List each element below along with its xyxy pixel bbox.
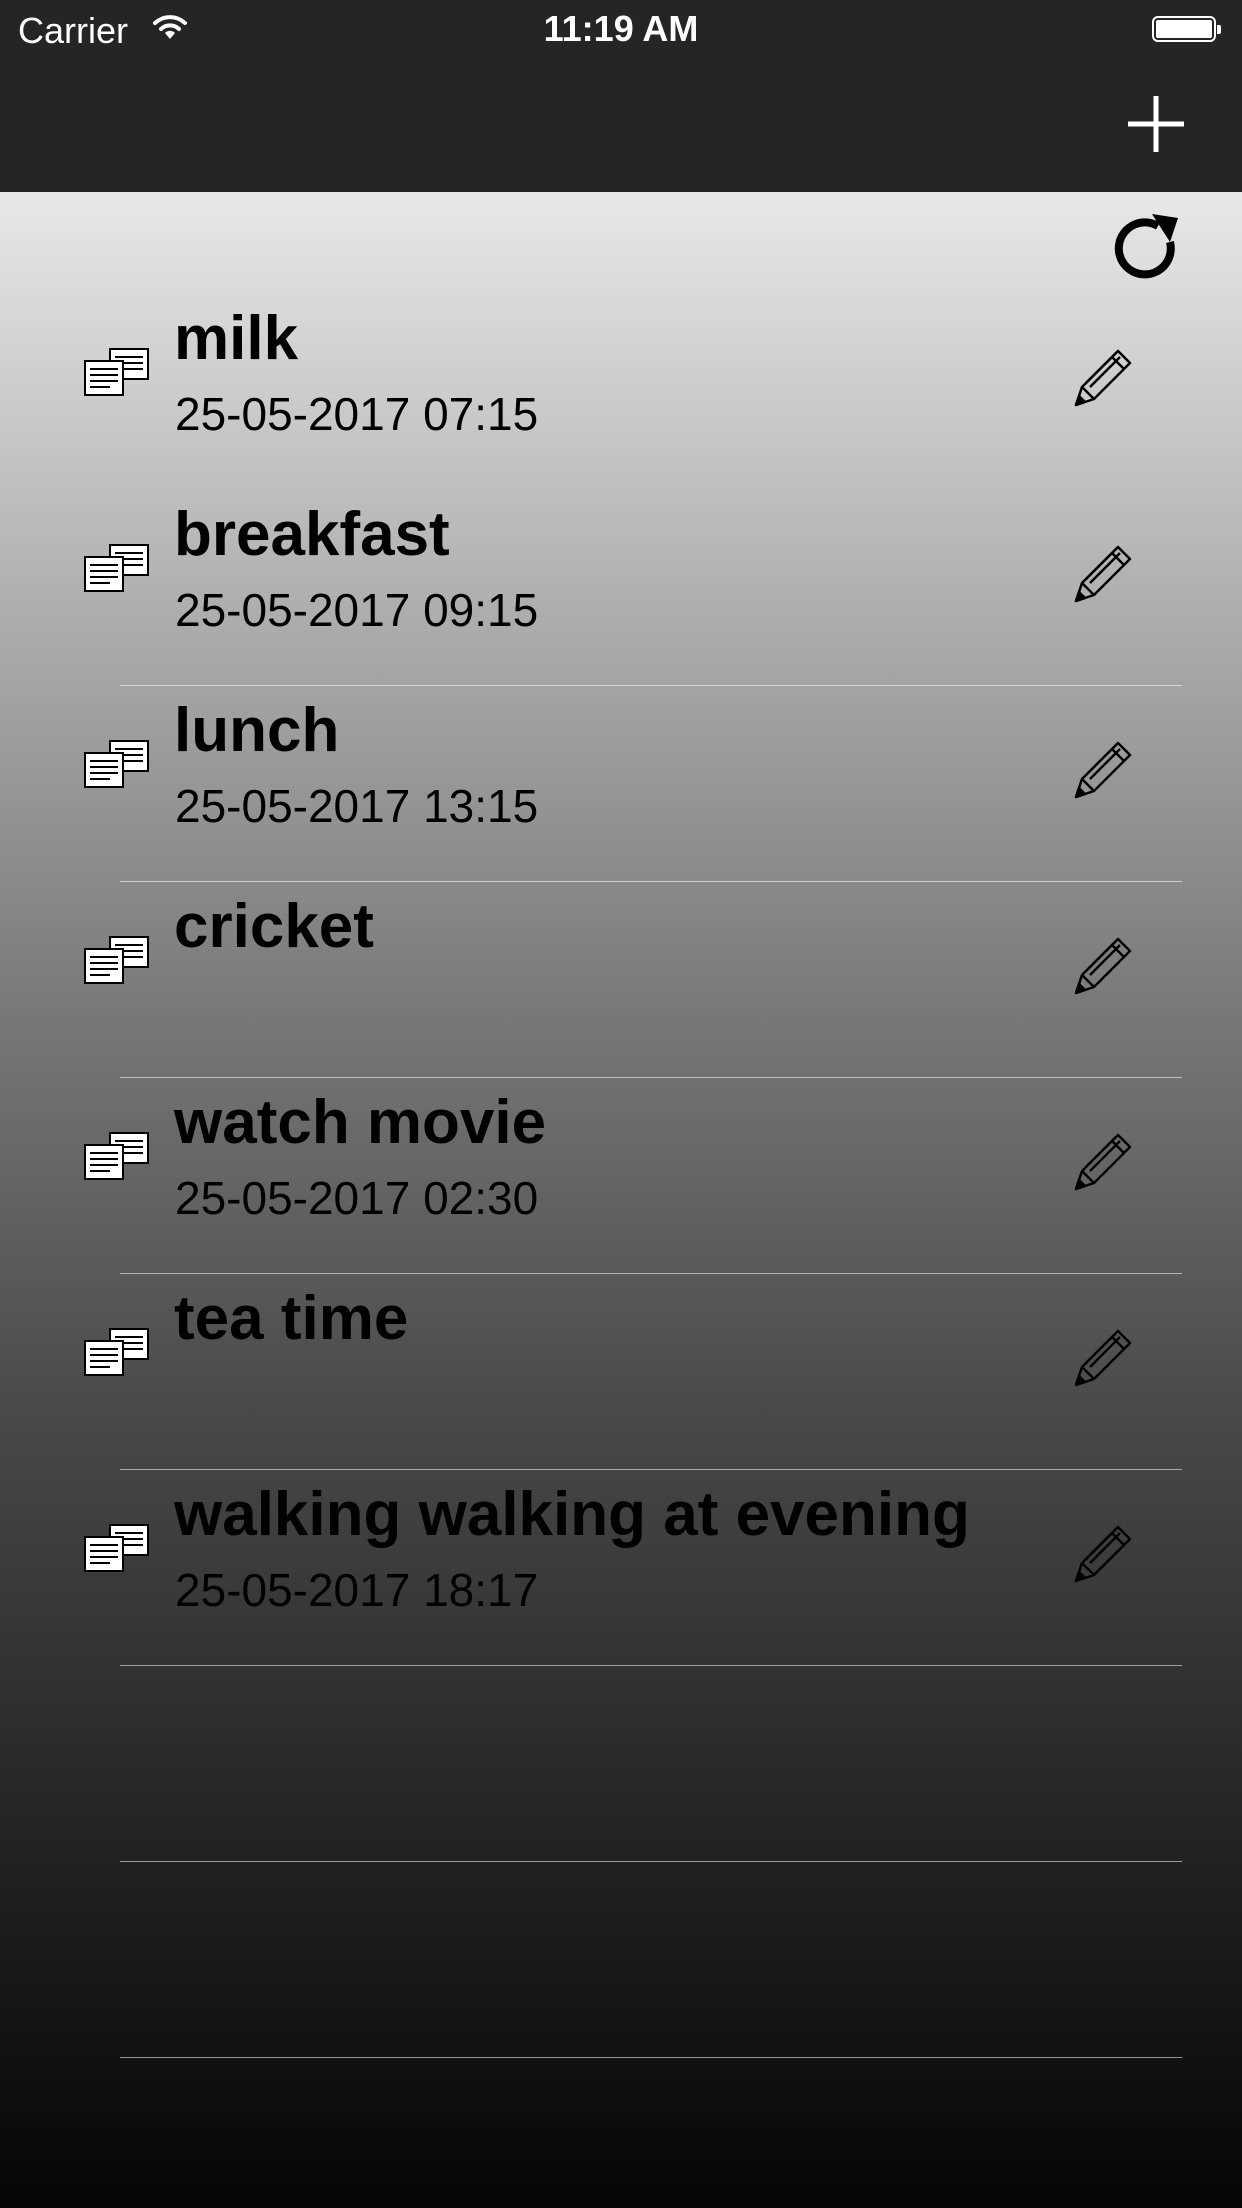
task-list-screen: milk 25-05-2017 07:15 breakfast 25-05-20… [0, 192, 1242, 2208]
row-divider [120, 489, 1182, 490]
task-date: 25-05-2017 18:17 [175, 1564, 539, 1616]
task-title: lunch [174, 696, 340, 765]
task-title: walking walking at evening [174, 1480, 970, 1549]
task-date: 25-05-2017 07:15 [175, 388, 539, 440]
row-divider [120, 1861, 1182, 1862]
row-divider [120, 2057, 1182, 2058]
notes-icon [84, 1132, 149, 1180]
list-item[interactable]: tea time [0, 1275, 1242, 1471]
notes-icon [84, 740, 149, 788]
task-date: 25-05-2017 13:15 [175, 780, 539, 832]
edit-button[interactable] [1068, 539, 1138, 609]
row-divider [120, 685, 1182, 686]
notes-icon [84, 1328, 149, 1376]
pencil-icon [1074, 937, 1132, 995]
refresh-button[interactable] [1112, 212, 1184, 284]
list-item[interactable]: cricket [0, 883, 1242, 1079]
add-button[interactable] [1124, 92, 1188, 156]
navigation-bar [0, 62, 1242, 192]
status-time: 11:19 AM [543, 8, 699, 49]
notes-icon [84, 936, 149, 984]
task-date: 25-05-2017 02:30 [175, 1172, 539, 1224]
list-item[interactable]: walking walking at evening 25-05-2017 18… [0, 1471, 1242, 1667]
task-title: cricket [174, 892, 374, 961]
edit-button[interactable] [1068, 1519, 1138, 1589]
refresh-icon [1114, 214, 1178, 279]
task-list: milk 25-05-2017 07:15 breakfast 25-05-20… [0, 295, 1242, 2059]
row-divider [120, 1469, 1182, 1470]
list-item[interactable]: breakfast 25-05-2017 09:15 [0, 491, 1242, 687]
pencil-icon [1074, 349, 1132, 407]
list-item[interactable] [0, 1863, 1242, 2059]
task-title: tea time [174, 1284, 409, 1353]
pencil-icon [1074, 741, 1132, 799]
notes-icon [84, 1524, 149, 1572]
task-title: milk [174, 304, 299, 373]
notes-icon [84, 544, 149, 592]
row-divider [120, 881, 1182, 882]
status-bar: Carrier 11:19 AM [0, 0, 1242, 62]
edit-button[interactable] [1068, 931, 1138, 1001]
list-item[interactable] [0, 1667, 1242, 1863]
plus-icon [1128, 96, 1184, 152]
notes-icon [84, 348, 149, 396]
list-item[interactable]: lunch 25-05-2017 13:15 [0, 687, 1242, 883]
pencil-icon [1074, 1525, 1132, 1583]
pencil-icon [1074, 1133, 1132, 1191]
edit-button[interactable] [1068, 343, 1138, 413]
task-title: breakfast [174, 500, 450, 569]
list-item[interactable]: milk 25-05-2017 07:15 [0, 295, 1242, 491]
row-divider [120, 1665, 1182, 1666]
battery-icon [1152, 16, 1221, 42]
task-date: 25-05-2017 09:15 [175, 584, 539, 636]
edit-button[interactable] [1068, 735, 1138, 805]
row-divider [120, 1077, 1182, 1078]
task-title: watch movie [174, 1088, 547, 1157]
pencil-icon [1074, 545, 1132, 603]
row-divider [120, 1273, 1182, 1274]
list-item[interactable]: watch movie 25-05-2017 02:30 [0, 1079, 1242, 1275]
edit-button[interactable] [1068, 1323, 1138, 1393]
edit-button[interactable] [1068, 1127, 1138, 1197]
pencil-icon [1074, 1329, 1132, 1387]
